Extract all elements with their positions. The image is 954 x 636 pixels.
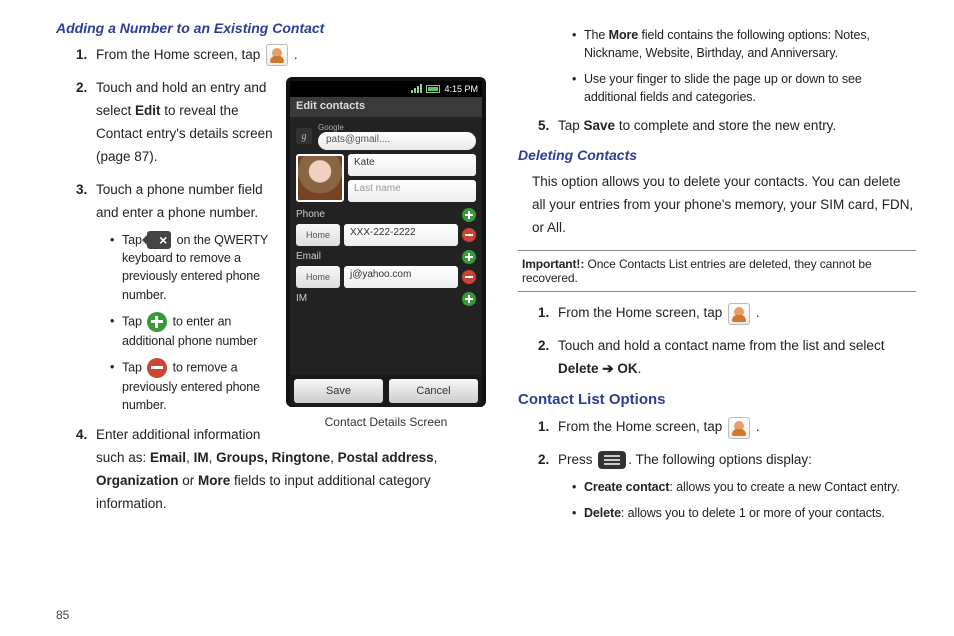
- step-1-text-pre: From the Home screen, tap: [96, 47, 264, 62]
- steps-save: 5. Tap Save to complete and store the ne…: [518, 115, 916, 138]
- step-1: 1. From the Home screen, tap .: [76, 44, 486, 67]
- del-step-2: 2. Touch and hold a contact name from th…: [538, 335, 916, 381]
- ob1a: Create contact: [584, 480, 669, 494]
- ob1b: : allows you to create a new Contact ent…: [669, 480, 899, 494]
- contacts-icon: [728, 303, 750, 325]
- left-flow: 1. From the Home screen, tap . 4:15 PM E…: [56, 44, 486, 526]
- step2-edit: Edit: [135, 103, 161, 118]
- s4-email: Email: [150, 450, 186, 465]
- del-step-1: 1. From the Home screen, tap .: [538, 302, 916, 325]
- d2a: Touch and hold a contact name from the l…: [558, 338, 884, 353]
- bullet-slide: Use your finger to slide the page up or …: [572, 70, 916, 106]
- step-5: 5. Tap Save to complete and store the ne…: [538, 115, 916, 138]
- plus-icon: [147, 312, 167, 332]
- contacts-icon: [266, 44, 288, 66]
- step-1-text-post: .: [290, 47, 298, 62]
- d2b: Delete: [558, 361, 599, 376]
- minus-icon: [147, 358, 167, 378]
- s4-postal: Postal address: [338, 450, 434, 465]
- o2b: . The following options display:: [628, 452, 812, 467]
- bullet-del-key: Tap on the QWERTY keyboard to remove a p…: [110, 231, 486, 304]
- s5c: to complete and store the new entry.: [615, 118, 836, 133]
- rm-b: More: [609, 28, 638, 42]
- page-number: 85: [56, 608, 69, 622]
- step-3: 3. Touch a phone number field and enter …: [76, 179, 486, 414]
- steps-deleting: 1. From the Home screen, tap . 2. Touch …: [518, 302, 916, 381]
- o1pre: From the Home screen, tap: [558, 419, 726, 434]
- s4-more: More: [198, 473, 230, 488]
- d1pre: From the Home screen, tap: [558, 305, 726, 320]
- continued-bullets: The More field contains the following op…: [518, 26, 916, 107]
- ob2a: Delete: [584, 506, 621, 520]
- bullet-more-field: The More field contains the following op…: [572, 26, 916, 62]
- d2c: OK: [617, 361, 637, 376]
- opt-step-2: 2. Press . The following options display…: [538, 449, 916, 522]
- o2a: Press: [558, 452, 596, 467]
- backspace-icon: [147, 231, 171, 249]
- bullet-plus: Tap to enter an additional phone number: [110, 312, 486, 350]
- left-column: Adding a Number to an Existing Contact 1…: [56, 20, 486, 606]
- menu-icon: [598, 451, 626, 469]
- heading-adding-number: Adding a Number to an Existing Contact: [56, 20, 486, 36]
- step3-bullets: Tap on the QWERTY keyboard to remove a p…: [96, 231, 486, 414]
- arrow-icon: ➔: [599, 361, 618, 376]
- opt-step-1: 1. From the Home screen, tap .: [538, 416, 916, 439]
- step-4: 4. Enter additional information such as:…: [76, 424, 486, 516]
- opt-bullet-create: Create contact: allows you to create a n…: [572, 478, 916, 496]
- s4-org: Organization: [96, 473, 179, 488]
- b2a: Tap: [122, 314, 145, 328]
- step3-text: Touch a phone number field and enter a p…: [96, 182, 263, 220]
- s5a: Tap: [558, 118, 584, 133]
- heading-contact-list-options: Contact List Options: [518, 391, 916, 408]
- options-bullets: Create contact: allows you to create a n…: [558, 478, 916, 522]
- step-2: 2. Touch and hold an entry and select Ed…: [76, 77, 486, 169]
- s4-im: IM: [194, 450, 209, 465]
- steps-adding-cont: 2. Touch and hold an entry and select Ed…: [56, 77, 486, 516]
- heading-deleting: Deleting Contacts: [518, 147, 916, 163]
- bullet-minus: Tap to remove a previously entered phone…: [110, 358, 486, 414]
- d1post: .: [752, 305, 760, 320]
- o1post: .: [752, 419, 760, 434]
- important-note: Important!: Once Contacts List entries a…: [518, 250, 916, 292]
- s4-groups: Groups, Ringtone: [216, 450, 330, 465]
- rm-a: The: [584, 28, 609, 42]
- contacts-icon: [728, 417, 750, 439]
- s5b: Save: [584, 118, 616, 133]
- deleting-intro: This option allows you to delete your co…: [518, 171, 916, 240]
- opt-bullet-delete: Delete: allows you to delete 1 or more o…: [572, 504, 916, 522]
- steps-adding: 1. From the Home screen, tap .: [56, 44, 486, 67]
- right-column: The More field contains the following op…: [518, 20, 916, 606]
- ob2b: : allows you to delete 1 or more of your…: [621, 506, 885, 520]
- d2d: .: [638, 361, 642, 376]
- steps-options: 1. From the Home screen, tap . 2. Press …: [518, 416, 916, 522]
- b3a: Tap: [122, 360, 145, 374]
- important-label: Important!:: [522, 257, 584, 271]
